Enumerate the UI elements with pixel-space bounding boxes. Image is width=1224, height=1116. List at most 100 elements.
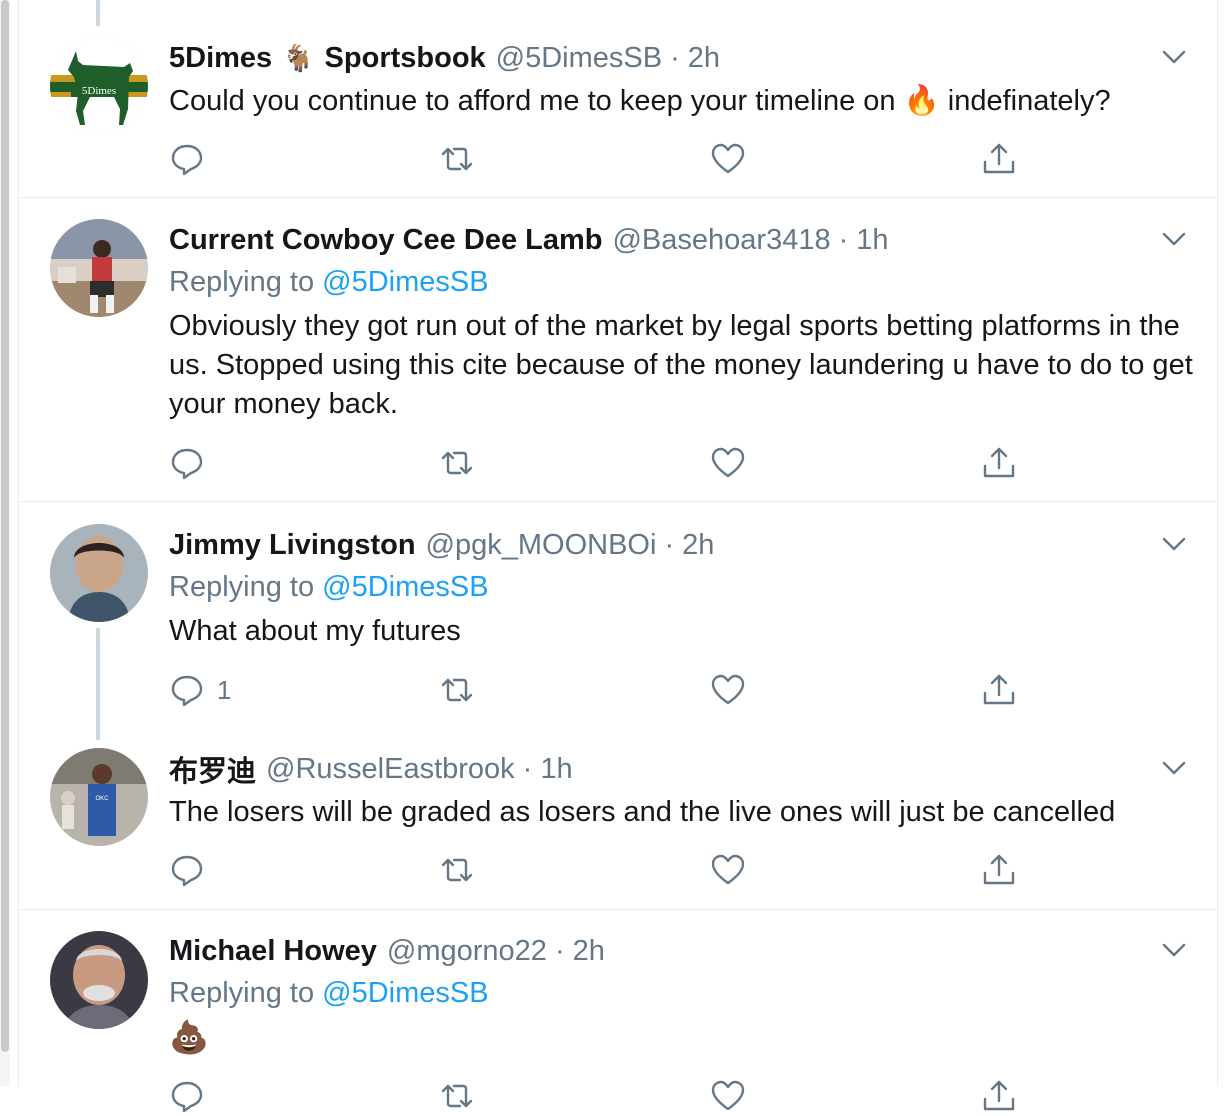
display-name[interactable]: Michael Howey	[169, 935, 377, 968]
share-button[interactable]	[981, 850, 1017, 890]
heart-icon	[711, 674, 745, 705]
reply-icon	[171, 448, 203, 480]
separator-dot: ·	[554, 934, 565, 967]
reply-button[interactable]	[169, 1076, 217, 1116]
separator-dot: ·	[522, 752, 533, 785]
separator-dot: ·	[670, 41, 680, 74]
page-scrollbar-thumb[interactable]	[1, 0, 9, 1052]
retweet-button[interactable]	[439, 1076, 475, 1116]
reply-button[interactable]	[169, 850, 217, 890]
fire-emoji: 🔥	[903, 85, 940, 117]
replying-to-mention[interactable]: @5DimesSB	[322, 266, 488, 298]
like-button[interactable]	[710, 443, 746, 483]
tweet-text-part-2: indefinately?	[939, 85, 1111, 117]
retweet-button[interactable]	[439, 670, 475, 710]
replying-to-mention[interactable]: @5DimesSB	[322, 571, 488, 603]
timestamp[interactable]: 2h	[682, 529, 714, 562]
handle[interactable]: @mgorno22	[387, 935, 547, 968]
reply-icon	[171, 675, 203, 707]
retweet-button[interactable]	[439, 443, 475, 483]
tweet-howey[interactable]: Michael Howey @mgorno22 · 2h Replying to…	[19, 910, 1217, 1113]
timestamp[interactable]: 1h	[856, 224, 888, 257]
replying-to: Replying to @5DimesSB	[169, 266, 489, 299]
display-name[interactable]: Jimmy Livingston	[169, 529, 416, 562]
reply-icon	[171, 855, 203, 887]
display-name[interactable]: 布罗迪	[169, 748, 256, 790]
tweet-jimmy[interactable]: Jimmy Livingston @pgk_MOONBOi · 2h Reply…	[19, 502, 1217, 730]
chevron-down-icon[interactable]	[1159, 529, 1189, 559]
tweet-cowboy[interactable]: Current Cowboy Cee Dee Lamb @Basehoar341…	[19, 198, 1217, 502]
display-name[interactable]: 5Dimes	[169, 42, 272, 75]
like-button[interactable]	[710, 670, 746, 710]
like-button[interactable]	[710, 850, 746, 890]
share-button[interactable]	[981, 1076, 1017, 1116]
chevron-down-icon[interactable]	[1159, 42, 1189, 72]
reply-button[interactable]: 1	[169, 670, 231, 710]
chevron-down-icon[interactable]	[1159, 753, 1189, 783]
avatar[interactable]: OKC	[50, 748, 148, 846]
goat-emoji: 🐐	[282, 42, 315, 73]
like-button[interactable]	[710, 1076, 746, 1116]
share-button[interactable]	[981, 670, 1017, 710]
tweet-header: Jimmy Livingston @pgk_MOONBOi · 2h	[169, 525, 714, 565]
replying-to-mention[interactable]: @5DimesSB	[322, 977, 488, 1009]
tweet-actions: 1	[169, 670, 1069, 710]
tweet-brodie[interactable]: OKC 布罗迪 @RusselEastbrook · 1h The losers…	[19, 730, 1217, 910]
retweet-icon	[441, 147, 473, 171]
handle[interactable]: @5DimesSB	[496, 42, 662, 75]
chevron-down-icon[interactable]	[1159, 224, 1189, 254]
avatar-photo	[50, 524, 148, 622]
retweet-button[interactable]	[439, 850, 475, 890]
reply-icon	[171, 144, 203, 176]
share-icon	[983, 1080, 1015, 1111]
heart-icon	[711, 447, 745, 478]
reply-count: 1	[217, 674, 232, 705]
avatar[interactable]: 5Dimes	[50, 37, 148, 135]
tweet-feed: 5Dimes 5Dimes 🐐 Sportsbook @5DimesSB · 2…	[18, 0, 1218, 1113]
tweet-actions	[169, 139, 1069, 179]
tweet-text: Obviously they got run out of the market…	[169, 310, 1193, 420]
reply-button[interactable]	[169, 139, 217, 179]
chevron-down-icon[interactable]	[1159, 935, 1189, 965]
share-icon	[983, 674, 1015, 705]
timestamp[interactable]: 1h	[540, 753, 572, 786]
tweet-text: What about my futures	[169, 615, 461, 647]
avatar-photo	[50, 219, 148, 317]
page-scrollbar[interactable]	[0, 0, 10, 1086]
avatar[interactable]	[50, 219, 148, 317]
tweet-header: Current Cowboy Cee Dee Lamb @Basehoar341…	[169, 220, 889, 260]
handle[interactable]: @Basehoar3418	[612, 224, 830, 257]
share-button[interactable]	[981, 443, 1017, 483]
tweet-actions	[169, 1076, 1069, 1116]
5dimes-logo: 5Dimes	[50, 37, 148, 135]
heart-icon	[711, 1080, 745, 1111]
separator-dot: ·	[664, 528, 675, 561]
timestamp[interactable]: 2h	[573, 935, 605, 968]
replying-prefix: Replying to	[169, 977, 323, 1009]
avatar-photo	[50, 931, 148, 1029]
share-button[interactable]	[981, 139, 1017, 179]
display-name-suffix[interactable]: Sportsbook	[325, 42, 486, 75]
retweet-icon	[441, 451, 473, 475]
handle[interactable]: @pgk_MOONBOi	[426, 529, 657, 562]
retweet-icon	[441, 678, 473, 702]
svg-text:OKC: OKC	[95, 796, 109, 802]
replying-to: Replying to @5DimesSB	[169, 977, 489, 1010]
tweet-5dimes[interactable]: 5Dimes 5Dimes 🐐 Sportsbook @5DimesSB · 2…	[19, 0, 1217, 198]
display-name[interactable]: Current Cowboy Cee Dee Lamb	[169, 224, 602, 257]
retweet-icon	[441, 1084, 473, 1108]
avatar[interactable]	[50, 931, 148, 1029]
replying-to: Replying to @5DimesSB	[169, 571, 489, 604]
avatar-photo: OKC	[50, 748, 148, 846]
like-button[interactable]	[710, 139, 746, 179]
reply-icon	[171, 1081, 203, 1113]
handle[interactable]: @RusselEastbrook	[266, 753, 515, 786]
reply-button[interactable]	[169, 443, 217, 483]
retweet-icon	[441, 858, 473, 882]
retweet-button[interactable]	[439, 139, 475, 179]
tweet-actions	[169, 443, 1069, 483]
tweet-text: 💩	[169, 1019, 209, 1055]
share-icon	[983, 143, 1015, 174]
timestamp[interactable]: 2h	[688, 42, 720, 75]
avatar[interactable]	[50, 524, 148, 622]
